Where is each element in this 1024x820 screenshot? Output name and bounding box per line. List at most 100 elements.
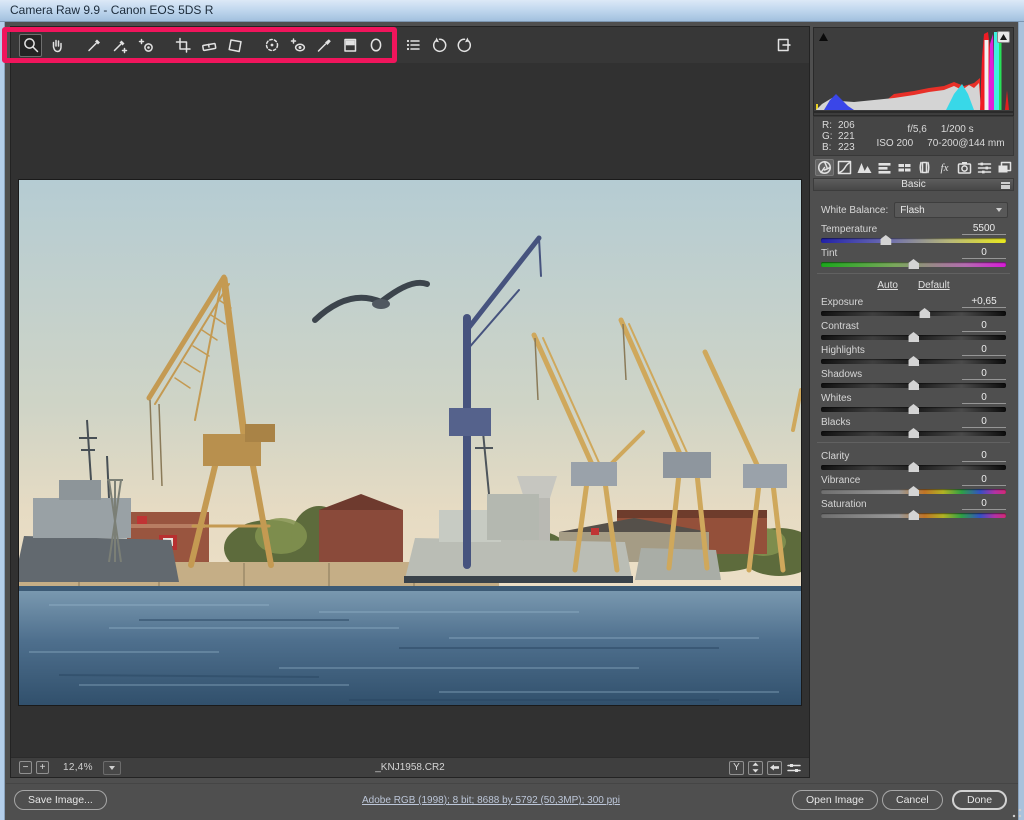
radial-filter-icon[interactable]: [364, 34, 387, 57]
white-balance-dropdown[interactable]: Flash: [894, 202, 1008, 218]
tint-value[interactable]: 0: [962, 247, 1006, 259]
temperature-slider[interactable]: [821, 238, 1006, 243]
camera-raw-window: Camera Raw 9.9 - Canon EOS 5DS R: [0, 0, 1024, 820]
zoom-tool-icon[interactable]: [19, 34, 42, 57]
rgb-readout: R:206 G:221 B:223: [814, 117, 876, 155]
save-image-button[interactable]: Save Image...: [14, 790, 107, 810]
exposure-slider[interactable]: [821, 311, 1006, 316]
blacks-value[interactable]: 0: [962, 416, 1006, 428]
open-image-button[interactable]: Open Image: [792, 790, 878, 810]
tab-basic[interactable]: [815, 159, 834, 176]
resize-grip[interactable]: [1012, 808, 1022, 818]
graduated-filter-icon[interactable]: [338, 34, 361, 57]
saturation-slider[interactable]: [821, 513, 1006, 518]
straighten-tool-icon[interactable]: [197, 34, 220, 57]
preview-pane: − + 12,4% _KNJ1958.CR2 Y: [10, 26, 810, 778]
white-balance-eyedropper-icon[interactable]: [82, 34, 105, 57]
slider-thumb[interactable]: [908, 380, 919, 390]
adjustment-brush-icon[interactable]: [312, 34, 335, 57]
cancel-button[interactable]: Cancel: [882, 790, 943, 810]
slider-thumb[interactable]: [880, 235, 891, 245]
slider-temperature: Temperature5500: [821, 222, 1006, 243]
slider-thumb[interactable]: [908, 462, 919, 472]
tab-tone-curve[interactable]: [835, 159, 854, 176]
fullscreen-toggle-icon[interactable]: [773, 34, 795, 56]
transform-tool-icon[interactable]: [223, 34, 246, 57]
tab-presets[interactable]: [975, 159, 994, 176]
panel-tabs: fx: [813, 158, 1014, 177]
chevron-down-icon: [996, 208, 1002, 212]
highlights-slider[interactable]: [821, 359, 1006, 364]
photo-preview[interactable]: [19, 180, 801, 705]
shadow-clipping-icon[interactable]: [817, 31, 830, 43]
panel-title: Basic: [901, 179, 925, 190]
spot-removal-icon[interactable]: [260, 34, 283, 57]
blacks-slider[interactable]: [821, 431, 1006, 436]
auto-link[interactable]: Auto: [877, 280, 898, 291]
divider: [817, 442, 1010, 443]
slider-shadows: Shadows0: [821, 367, 1006, 388]
slider-tint: Tint0: [821, 246, 1006, 267]
vibrance-slider[interactable]: [821, 489, 1006, 494]
tint-slider[interactable]: [821, 262, 1006, 267]
crop-tool-icon[interactable]: [171, 34, 194, 57]
highlights-value[interactable]: 0: [962, 344, 1006, 356]
contrast-slider[interactable]: [821, 335, 1006, 340]
rotate-ccw-icon[interactable]: [427, 34, 450, 57]
red-eye-removal-icon[interactable]: [286, 34, 309, 57]
targeted-adjustment-icon[interactable]: [134, 34, 157, 57]
filename-label: _KNJ1958.CR2: [11, 762, 809, 773]
slider-thumb[interactable]: [919, 308, 930, 318]
exposure-value[interactable]: +0,65: [962, 296, 1006, 308]
tab-split-toning[interactable]: [895, 159, 914, 176]
white-balance-row: White Balance: Flash: [821, 202, 1008, 218]
window-titlebar[interactable]: Camera Raw 9.9 - Canon EOS 5DS R: [0, 0, 1024, 22]
window-title: Camera Raw 9.9 - Canon EOS 5DS R: [10, 3, 213, 17]
contrast-value[interactable]: 0: [962, 320, 1006, 332]
toolbar: [11, 27, 809, 63]
workflow-options-link[interactable]: Adobe RGB (1998); 8 bit; 8688 by 5792 (5…: [206, 795, 776, 806]
tab-detail[interactable]: [855, 159, 874, 176]
slider-thumb[interactable]: [908, 332, 919, 342]
default-link[interactable]: Default: [918, 280, 950, 291]
preview-statusbar: − + 12,4% _KNJ1958.CR2 Y: [11, 757, 809, 777]
slider-whites: Whites0: [821, 391, 1006, 412]
slider-thumb[interactable]: [908, 404, 919, 414]
tab-snapshots[interactable]: [995, 159, 1014, 176]
basic-panel-body: White Balance: Flash Temperature5500 Tin…: [813, 194, 1014, 521]
auto-default-row: Auto Default: [813, 280, 1014, 291]
slider-blacks: Blacks0: [821, 415, 1006, 436]
panel-menu-icon[interactable]: [1001, 182, 1010, 189]
divider: [817, 273, 1010, 274]
slider-thumb[interactable]: [908, 428, 919, 438]
slider-vibrance: Vibrance0: [821, 473, 1006, 494]
vibrance-value[interactable]: 0: [962, 474, 1006, 486]
slider-thumb[interactable]: [908, 510, 919, 520]
rotate-cw-icon[interactable]: [453, 34, 476, 57]
shadows-value[interactable]: 0: [962, 368, 1006, 380]
color-sampler-icon[interactable]: [108, 34, 131, 57]
highlight-clipping-icon[interactable]: [997, 31, 1010, 43]
saturation-value[interactable]: 0: [962, 498, 1006, 510]
hand-tool-icon[interactable]: [45, 34, 68, 57]
clarity-slider[interactable]: [821, 465, 1006, 470]
exposure-info: R:206 G:221 B:223 f/5,61/200 s ISO 20070…: [813, 116, 1014, 156]
tab-camera-calibration[interactable]: [955, 159, 974, 176]
temperature-value[interactable]: 5500: [962, 223, 1006, 235]
tab-lens-corrections[interactable]: [915, 159, 934, 176]
tab-effects[interactable]: fx: [935, 159, 954, 176]
fx-icon: fx: [941, 162, 949, 174]
tab-hsl-grayscale[interactable]: [875, 159, 894, 176]
whites-slider[interactable]: [821, 407, 1006, 412]
window-frame-left: [0, 22, 5, 820]
whites-value[interactable]: 0: [962, 392, 1006, 404]
shadows-slider[interactable]: [821, 383, 1006, 388]
slider-thumb[interactable]: [908, 356, 919, 366]
slider-thumb[interactable]: [908, 259, 919, 269]
done-button[interactable]: Done: [952, 790, 1007, 810]
clarity-value[interactable]: 0: [962, 450, 1006, 462]
adjustments-panel: R:206 G:221 B:223 f/5,61/200 s ISO 20070…: [812, 26, 1018, 778]
image-canvas-area[interactable]: [11, 63, 809, 759]
preferences-icon[interactable]: [401, 34, 424, 57]
slider-thumb[interactable]: [908, 486, 919, 496]
